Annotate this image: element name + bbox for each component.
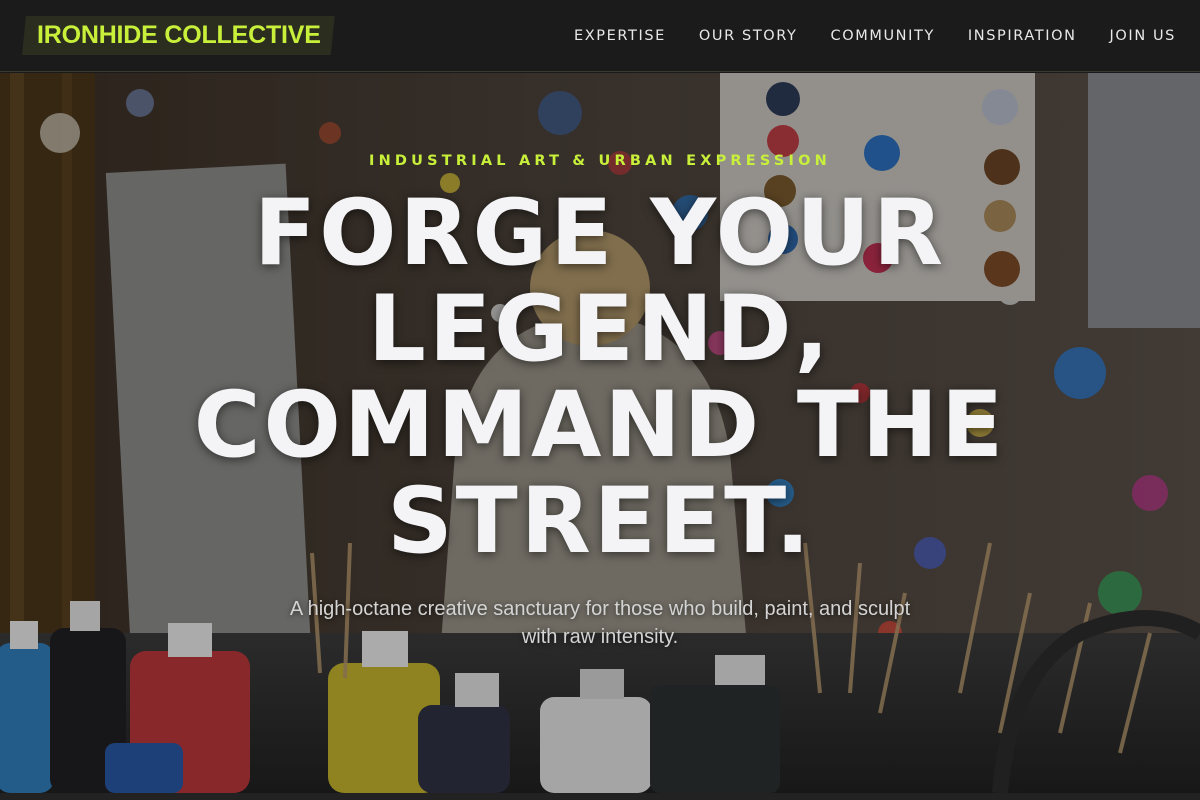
top-navbar: IRONHIDE COLLECTIVE EXPERTISE OUR STORY … [0, 0, 1200, 72]
nav-link-join-us[interactable]: JOIN US [1110, 28, 1176, 44]
hero-section: INDUSTRIAL ART & URBAN EXPRESSION FORGE … [0, 73, 1200, 793]
main-nav: EXPERTISE OUR STORY COMMUNITY INSPIRATIO… [574, 28, 1176, 44]
nav-link-community[interactable]: COMMUNITY [831, 28, 935, 44]
brand-logo[interactable]: IRONHIDE COLLECTIVE [22, 16, 335, 55]
nav-link-inspiration[interactable]: INSPIRATION [968, 28, 1077, 44]
headline-line-3: COMMAND THE [193, 373, 1007, 478]
nav-link-our-story[interactable]: OUR STORY [699, 28, 798, 44]
hero-content: INDUSTRIAL ART & URBAN EXPRESSION FORGE … [0, 73, 1200, 793]
hero-subtext: A high-octane creative sanctuary for tho… [289, 598, 911, 648]
page-bottom-edge [0, 793, 1200, 800]
headline-line-4: STREET. [387, 469, 813, 574]
hero-headline: FORGE YOUR LEGEND, COMMAND THE STREET. [0, 186, 1200, 570]
headline-line-2: LEGEND, [367, 277, 833, 382]
nav-link-expertise[interactable]: EXPERTISE [574, 28, 666, 44]
headline-line-1: FORGE YOUR [253, 181, 947, 286]
hero-eyebrow: INDUSTRIAL ART & URBAN EXPRESSION [369, 153, 831, 169]
